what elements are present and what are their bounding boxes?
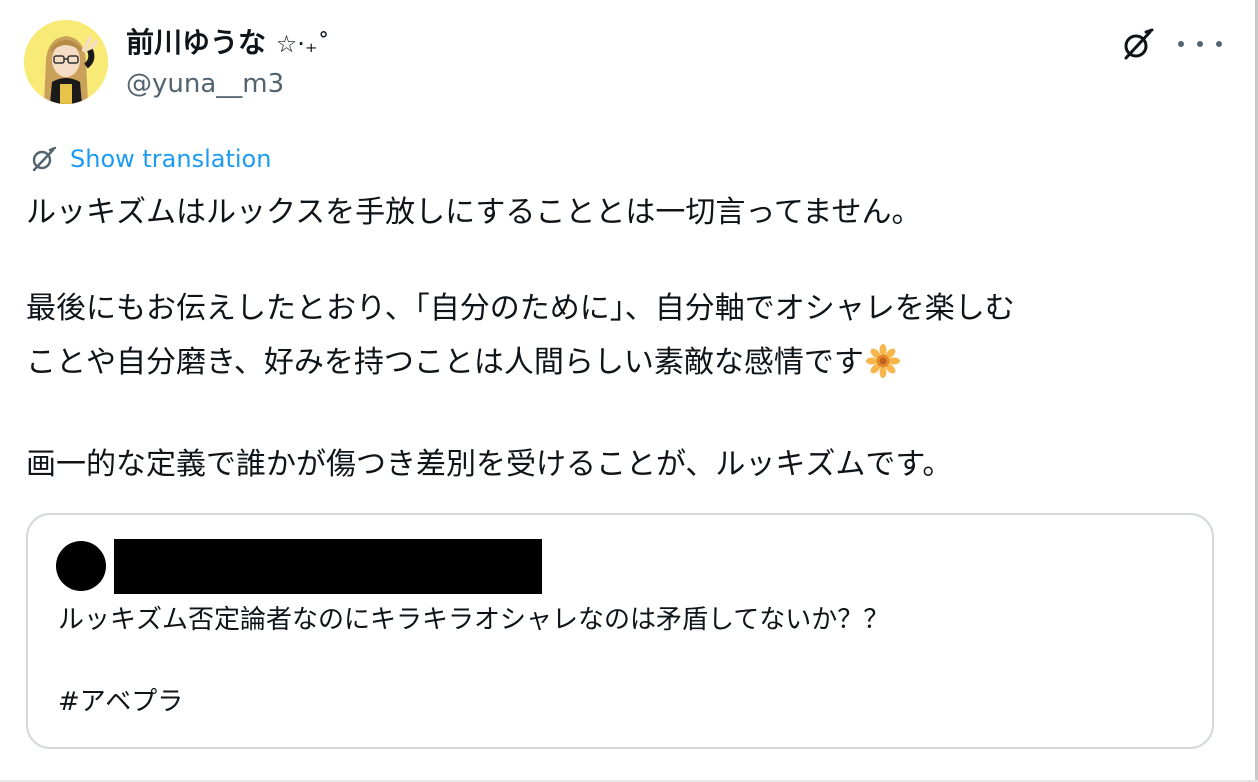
grok-slashed-circle-icon[interactable] [1120,26,1156,62]
author-name-text: 前川ゆうな [126,26,267,59]
author-display-name[interactable]: 前川ゆうな ☆⋅₊˚ [126,26,330,61]
quoted-tweet-card[interactable]: ルッキズム否定論者なのにキラキラオシャレなのは矛盾してないか？？ #アベプラ [26,513,1214,749]
dot [1197,41,1203,47]
tweet-text-line-content: ことや自分磨き、好みを持つことは人間らしい素敵な感情です [26,345,864,380]
tweet-text-line: 最後にもお伝えしたとおり、「自分のために」、自分軸でオシャレを楽しむ [26,291,1015,326]
quoted-author-redacted [114,539,542,594]
author-avatar[interactable] [24,20,108,104]
quoted-tweet-hashtag[interactable]: #アベプラ [58,681,183,723]
quoted-author-avatar [56,541,106,591]
author-handle[interactable]: @yuna__m3 [126,68,284,100]
show-translation-label: Show translation [70,145,272,173]
tweet-text-line: ことや自分磨き、好みを持つことは人間らしい素敵な感情です [26,344,900,382]
tweet-text-line: ルッキズムはルックスを手放しにすることとは一切言ってません。 [26,195,922,230]
dot [1216,41,1222,47]
sunflower-emoji-icon [865,344,900,378]
tweet-text-line: 画一的な定義で誰かが傷つき差別を受けることが、ルッキズムです。 [26,447,953,482]
avatar-illustration-icon [24,20,108,104]
author-name-decoration: ☆⋅₊˚ [275,30,330,58]
dot [1178,41,1184,47]
translate-icon [32,146,57,172]
quoted-tweet-text: ルッキズム否定論者なのにキラキラオシャレなのは矛盾してないか？？ [58,605,890,635]
show-translation-link[interactable]: Show translation [30,142,271,176]
more-dots-icon[interactable] [1178,26,1222,62]
